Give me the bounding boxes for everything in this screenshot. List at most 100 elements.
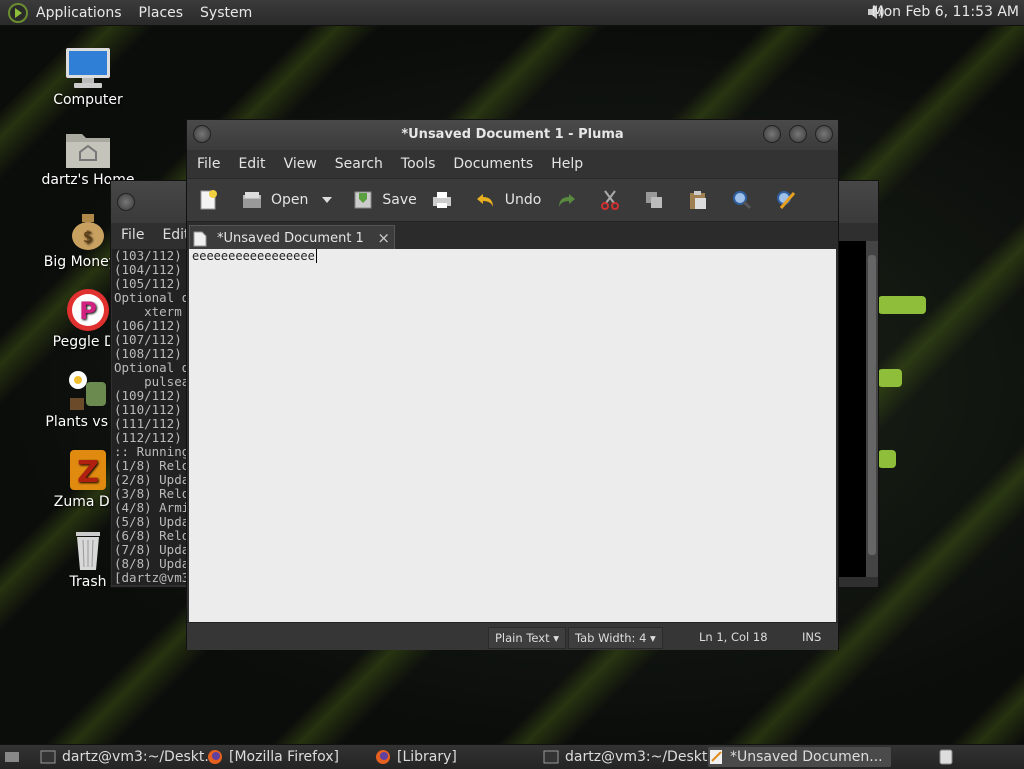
terminal-line: pulsea <box>114 374 190 389</box>
redo-button[interactable] <box>555 189 585 211</box>
terminal-line: xterm <box>114 304 182 319</box>
desktop-icon-home[interactable]: dartz's Home <box>38 126 138 188</box>
cursor-position: Ln 1, Col 18 <box>699 630 768 644</box>
terminal-icon <box>40 750 56 764</box>
close-button[interactable] <box>815 125 833 143</box>
open-button[interactable]: Open <box>241 189 308 211</box>
money-bag-icon: $ <box>64 208 112 252</box>
open-dropdown[interactable] <box>322 195 333 205</box>
text-editor[interactable]: eeeeeeeeeeeeeeeee <box>189 249 836 622</box>
menu-search[interactable]: Search <box>335 156 383 172</box>
cut-button[interactable] <box>599 189 629 211</box>
taskbar-item-label: [Library] <box>397 749 457 765</box>
window-title: *Unsaved Document 1 - Pluma <box>401 127 624 142</box>
terminal-line: (110/112) <box>114 402 182 417</box>
printer-icon <box>432 192 451 208</box>
show-desktop-button[interactable] <box>4 747 26 767</box>
plants-vs-zombies-icon <box>64 368 112 412</box>
language-label: Plain Text <box>495 631 550 645</box>
open-folder-icon <box>243 192 261 208</box>
print-button[interactable] <box>431 189 461 211</box>
applications-menu[interactable]: Applications <box>36 5 122 21</box>
replace-button[interactable] <box>775 189 805 211</box>
menu-help[interactable]: Help <box>551 156 583 172</box>
toolbar: Open Save Undo <box>187 178 838 222</box>
scrollbar-thumb[interactable] <box>868 255 876 555</box>
clock[interactable]: Mon Feb 6, 11:53 AM <box>872 4 1019 20</box>
undo-label: Undo <box>504 192 542 208</box>
terminal-line: (5/8) Upda <box>114 514 190 529</box>
save-button[interactable]: Save <box>352 189 417 211</box>
terminal-line: (107/112) <box>114 332 182 347</box>
copy-icon <box>646 192 663 208</box>
pluma-titlebar[interactable]: *Unsaved Document 1 - Pluma <box>187 120 838 150</box>
save-icon <box>354 191 372 209</box>
menu-view[interactable]: View <box>284 156 317 172</box>
terminal-line: (111/112) <box>114 416 182 431</box>
system-menu[interactable]: System <box>200 5 252 21</box>
menu-tools[interactable]: Tools <box>401 156 436 172</box>
undo-button[interactable]: Undo <box>475 189 542 211</box>
terminal-line: (106/112) <box>114 318 182 333</box>
show-desktop-icon <box>5 752 19 762</box>
terminal-line: (4/8) Armi <box>114 500 190 515</box>
taskbar-item-label: [Mozilla Firefox] <box>229 749 339 765</box>
terminal-icon <box>543 750 559 764</box>
desktop-icon-computer[interactable]: Computer <box>38 46 138 108</box>
menu-documents[interactable]: Documents <box>453 156 533 172</box>
taskbar-item-label: dartz@vm3:~/Deskt... <box>565 749 721 765</box>
minimize-button[interactable] <box>763 125 781 143</box>
chevron-down-icon: ▾ <box>553 631 560 645</box>
tab-close-icon[interactable]: × <box>377 229 390 247</box>
tab-width-selector[interactable]: Tab Width: 4 ▾ <box>568 627 663 649</box>
desktop-widget-bar <box>878 450 896 468</box>
menubar: File Edit View Search Tools Documents He… <box>187 150 838 178</box>
taskbar-item-pluma[interactable]: *Unsaved Documen... <box>708 747 891 767</box>
terminal-output[interactable]: (103/112) (104/112) (105/112) Optional d xt… <box>112 249 190 585</box>
paste-button[interactable] <box>687 189 717 211</box>
menu-file[interactable]: File <box>197 156 220 172</box>
pluma-window[interactable]: *Unsaved Document 1 - Pluma File Edit Vi… <box>186 119 839 650</box>
maximize-button[interactable] <box>789 125 807 143</box>
tab-unsaved-document-1[interactable]: *Unsaved Document 1 × <box>189 225 395 251</box>
terminal-line: (1/8) Relo <box>114 458 190 473</box>
desktop-widget-bar <box>878 369 902 387</box>
firefox-icon <box>208 750 222 764</box>
terminal-line: (8/8) Upda <box>114 556 190 571</box>
paste-icon <box>690 191 707 209</box>
language-selector[interactable]: Plain Text ▾ <box>488 627 567 649</box>
taskbar-item-library[interactable]: [Library] <box>375 747 457 767</box>
search-icon <box>733 191 752 210</box>
workspace-switcher[interactable] <box>938 747 960 767</box>
svg-text:$: $ <box>83 227 93 246</box>
copy-button[interactable] <box>643 189 673 211</box>
save-label: Save <box>382 192 417 208</box>
undo-icon <box>476 194 493 207</box>
terminal-line: (105/112) <box>114 276 182 291</box>
places-menu[interactable]: Places <box>139 5 184 21</box>
terminal-line: [dartz@vm3 <box>114 570 190 585</box>
taskbar-item-firefox[interactable]: [Mozilla Firefox] <box>207 747 339 767</box>
text-editor-icon <box>710 750 722 764</box>
taskbar-item-terminal-2[interactable]: dartz@vm3:~/Deskt... <box>543 747 721 767</box>
terminal-menu-file[interactable]: File <box>121 227 144 243</box>
terminal-output-right <box>836 241 866 577</box>
terminal-line: (103/112) <box>114 249 182 263</box>
terminal-scrollbar[interactable] <box>866 241 878 577</box>
tab-label: *Unsaved Document 1 <box>217 231 364 246</box>
home-folder-icon <box>64 126 112 170</box>
terminal-line: Optional d <box>114 360 190 375</box>
terminal-line: (108/112) <box>114 346 182 361</box>
editor-content: eeeeeeeeeeeeeeeee <box>192 249 315 263</box>
menu-edit[interactable]: Edit <box>238 156 265 172</box>
search-replace-icon <box>777 191 796 209</box>
search-button[interactable] <box>731 189 761 211</box>
new-document-button[interactable] <box>197 189 227 211</box>
taskbar-item-label: dartz@vm3:~/Deskt... <box>62 749 218 765</box>
window-menu-button[interactable] <box>117 193 135 211</box>
firefox-icon <box>376 750 390 764</box>
computer-icon <box>64 46 112 90</box>
taskbar-item-terminal-1[interactable]: dartz@vm3:~/Deskt... <box>40 747 218 767</box>
distro-logo-icon[interactable] <box>8 2 28 23</box>
terminal-line: (6/8) Relo <box>114 528 190 543</box>
